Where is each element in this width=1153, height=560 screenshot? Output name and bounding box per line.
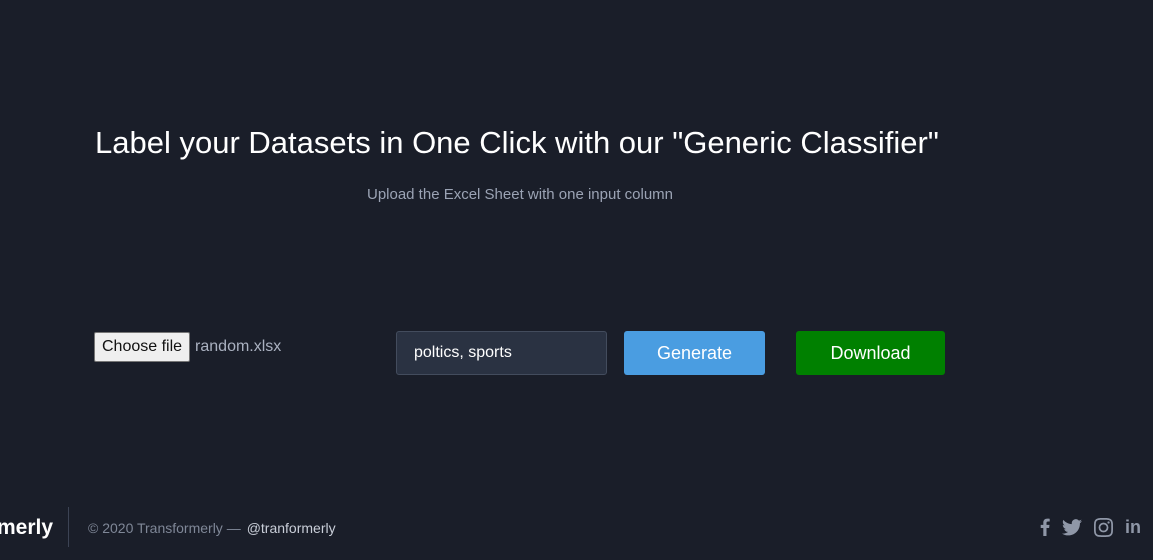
footer-divider bbox=[68, 507, 69, 547]
twitter-handle-link[interactable]: @tranformerly bbox=[247, 520, 336, 536]
download-button[interactable]: Download bbox=[796, 331, 945, 375]
copyright-text: © 2020 Transformerly — bbox=[88, 520, 241, 536]
labels-input[interactable] bbox=[396, 331, 607, 375]
choose-file-button[interactable]: Choose file bbox=[94, 332, 191, 362]
footer-brand[interactable]: merly bbox=[0, 515, 53, 541]
page-title: Label your Datasets in One Click with ou… bbox=[95, 125, 939, 160]
page-subtitle: Upload the Excel Sheet with one input co… bbox=[366, 186, 674, 203]
instagram-icon[interactable] bbox=[1094, 517, 1113, 537]
footer-copyright: © 2020 Transformerly — @tranformerly bbox=[88, 519, 336, 537]
file-picker[interactable]: Choose file random.xlsx bbox=[94, 332, 281, 362]
generate-button[interactable]: Generate bbox=[624, 331, 765, 375]
selected-file-name: random.xlsx bbox=[195, 338, 282, 355]
facebook-icon[interactable] bbox=[1040, 518, 1050, 536]
footer: merly © 2020 Transformerly — @tranformerl… bbox=[0, 507, 1153, 547]
social-links: in bbox=[1040, 517, 1141, 537]
linkedin-icon[interactable]: in bbox=[1125, 517, 1141, 537]
twitter-icon[interactable] bbox=[1062, 518, 1082, 536]
